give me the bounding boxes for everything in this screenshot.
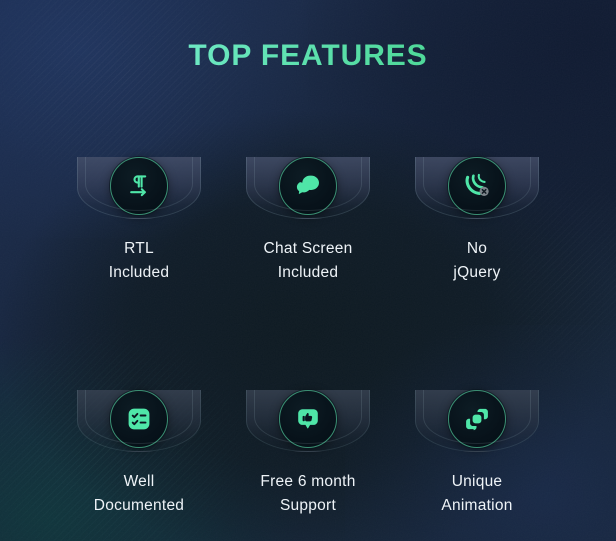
features-row-2: Well Documented Free 6 month Support Uni… [0, 357, 616, 517]
features-row-1: RTL Included Chat Screen Included No jQu… [0, 124, 616, 284]
feature-label: Chat Screen Included [263, 240, 353, 281]
feature-card-chat-screen-included[interactable]: Chat Screen Included [224, 124, 393, 284]
feature-label: Unique Animation [441, 473, 513, 515]
feature-label: RTL Included [108, 240, 170, 281]
top-features-section: TOP FEATURES RTL Included Chat Screen In… [0, 0, 616, 541]
paragraph-rtl-icon [110, 157, 168, 215]
feature-card-rtl-included[interactable]: RTL Included [55, 124, 224, 284]
disabled-badge [479, 186, 489, 196]
feature-halfcircle-backdrop [415, 157, 539, 219]
feature-halfcircle-backdrop [246, 157, 370, 219]
overlapping-squares-icon [448, 390, 506, 449]
feature-halfcircle-backdrop [77, 390, 201, 453]
features-grid: RTL Included Chat Screen Included No jQu… [0, 124, 616, 518]
feature-label: Well Documented [93, 473, 185, 515]
chat-bubbles-icon [279, 157, 337, 215]
feature-label: Free 6 month Support [260, 473, 356, 515]
feature-card-free-6-month-support[interactable]: Free 6 month Support [224, 357, 393, 517]
page-title: TOP FEATURES [0, 39, 616, 73]
support-thumbs-up-icon [279, 390, 337, 449]
jquery-disabled-icon [448, 157, 506, 215]
feature-halfcircle-backdrop [246, 390, 370, 453]
feature-card-well-documented[interactable]: Well Documented [55, 357, 224, 517]
feature-card-no-jquery[interactable]: No jQuery [393, 124, 562, 284]
feature-label: No jQuery [453, 240, 501, 281]
checklist-icon [110, 390, 168, 449]
feature-card-unique-animation[interactable]: Unique Animation [393, 357, 562, 517]
feature-halfcircle-backdrop [77, 157, 201, 219]
feature-halfcircle-backdrop [415, 390, 539, 453]
